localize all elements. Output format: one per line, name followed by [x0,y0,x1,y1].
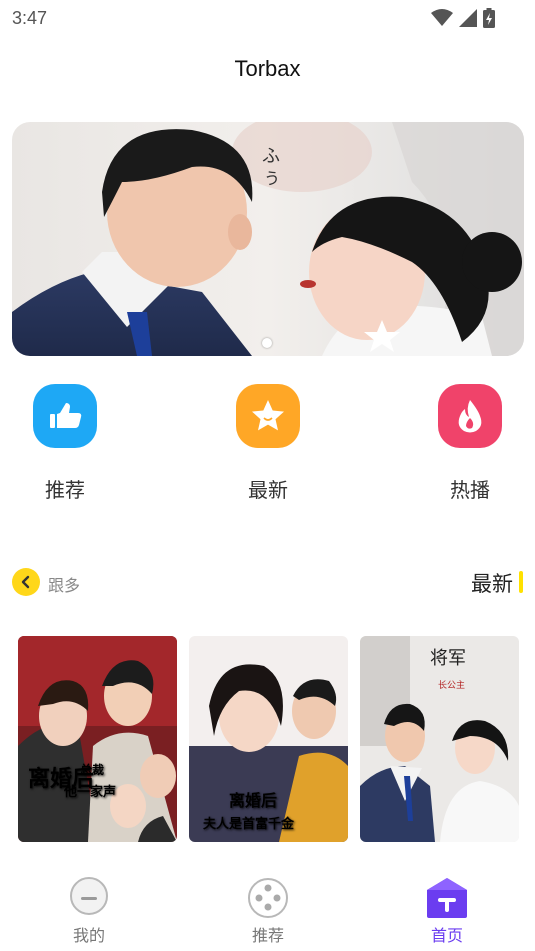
drama-card[interactable]: 将军 长公主 [360,636,519,842]
poster-title: 他一家声 [63,784,116,800]
more-link[interactable]: 跟多 [48,572,80,596]
battery-icon [483,8,495,28]
status-time: 3:47 [12,8,48,28]
quick-action-label: 热播 [450,478,490,502]
app-title: Torbax [234,56,301,81]
home-icon[interactable] [425,876,469,920]
drama-poster[interactable]: 离婚后 总裁 他一家声 [18,636,177,842]
quick-action-recommend[interactable]: 推荐 [10,384,120,503]
discover-icon[interactable] [246,876,290,920]
nav-item-home[interactable]: 首页 [397,876,497,946]
drama-poster[interactable]: 将军 长公主 [360,636,519,842]
section-header: 跟多 最新 [0,564,535,600]
poster-title: 将军 [430,648,466,669]
drama-card[interactable]: 离婚后 夫人是首富千金 [189,636,348,842]
banner-carousel[interactable]: ふ う [12,122,524,356]
svg-text:ふ: ふ [262,146,280,167]
poster-title: 总裁 [80,762,104,777]
back-button[interactable] [12,568,40,596]
flame-icon[interactable] [438,384,502,448]
thumbs-up-icon[interactable] [33,384,97,448]
quick-action-hot[interactable]: 热播 [415,384,525,503]
svg-text:う: う [264,169,280,188]
drama-card[interactable]: 离婚后 总裁 他一家声 [18,636,177,842]
chevron-left-icon [21,575,30,589]
quick-action-label: 最新 [248,478,288,502]
drama-poster[interactable]: 离婚后 夫人是首富千金 [189,636,348,842]
bottom-navigation: 我的 推荐 首页 [0,868,535,951]
poster-title: 离婚后 [229,791,277,810]
section-accent-bar [519,571,523,593]
nav-item-recommend[interactable]: 推荐 [218,876,318,946]
profile-icon[interactable] [67,876,111,920]
quick-action-latest[interactable]: 最新 [213,384,323,503]
nav-label: 首页 [430,926,463,945]
nav-label: 推荐 [251,926,284,945]
poster-title: 夫人是首富千金 [203,816,295,832]
quick-action-label: 推荐 [45,478,85,502]
wifi-icon [431,9,453,26]
nav-item-profile[interactable]: 我的 [39,876,139,946]
nav-label: 我的 [72,926,105,945]
banner-image[interactable]: ふ う [12,122,524,356]
star-icon[interactable] [236,384,300,448]
status-bar: 3:47 [0,0,535,36]
poster-title: 长公主 [438,679,465,691]
carousel-dot[interactable] [262,338,272,348]
section-title: 最新 [471,572,513,596]
status-icons [431,8,495,28]
signal-icon [459,9,477,27]
